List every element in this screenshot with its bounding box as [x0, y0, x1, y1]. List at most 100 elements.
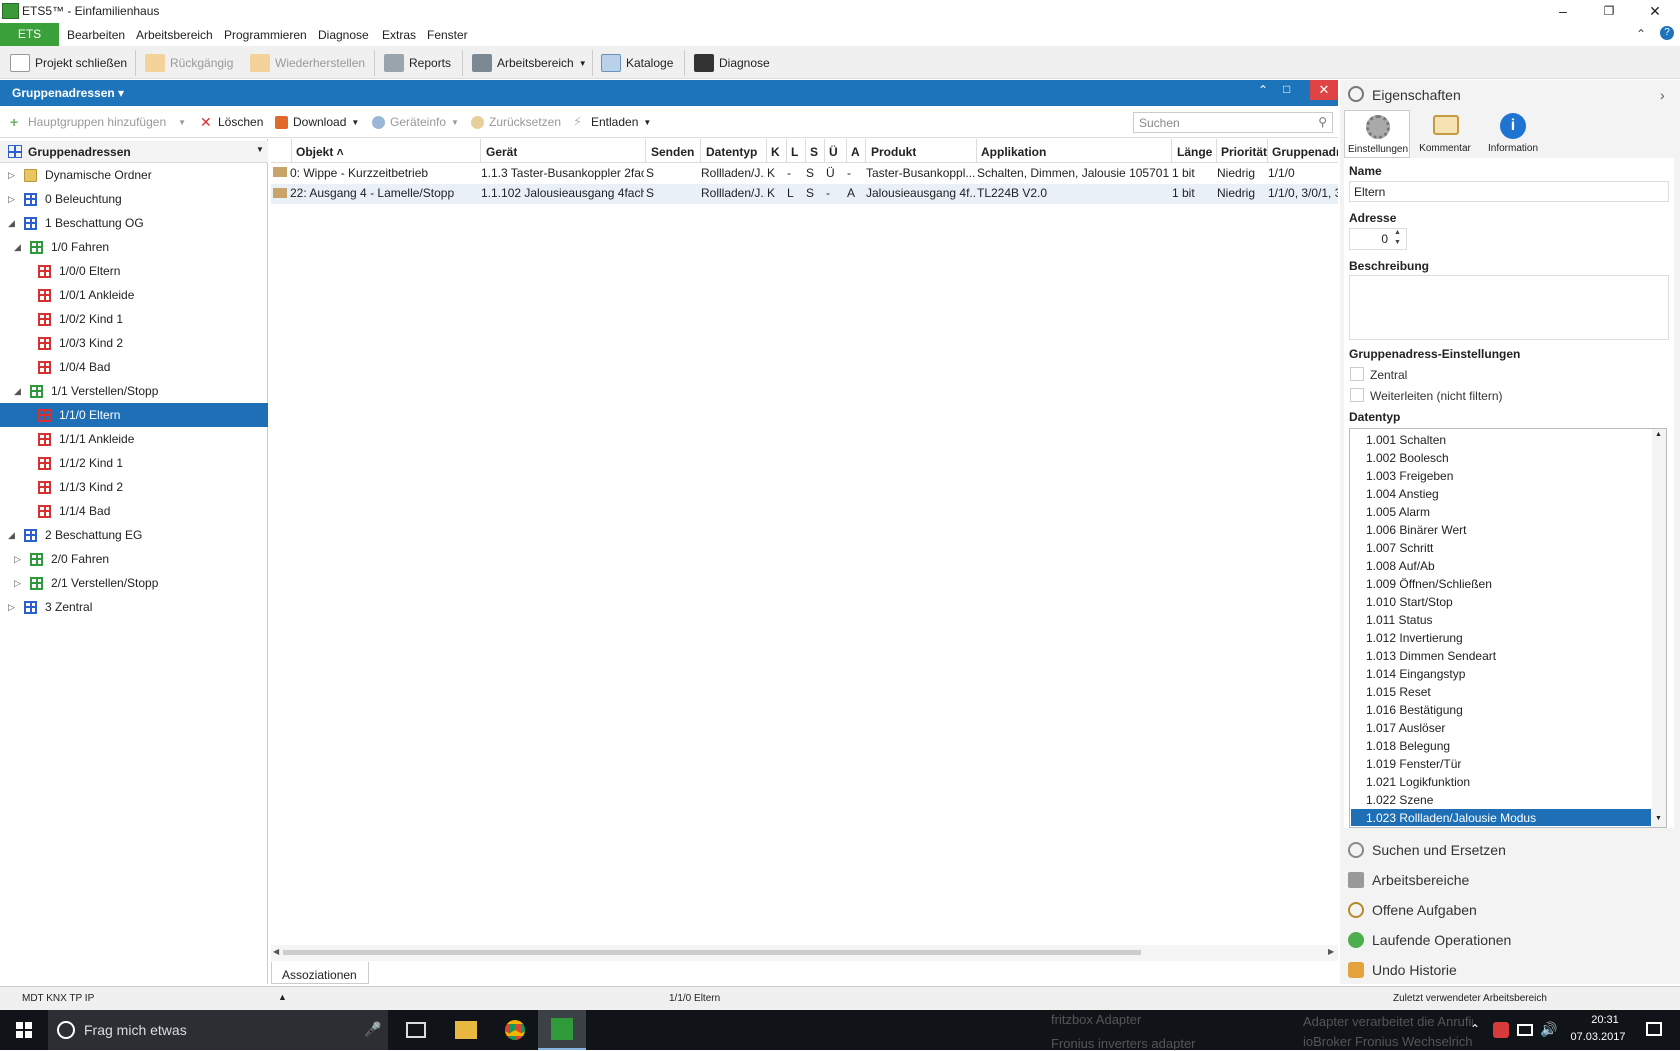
download-button[interactable]: Download ▼ [275, 115, 359, 129]
tree-item-1-1-3[interactable]: 1/1/3 Kind 2 [0, 475, 268, 499]
datatype-item[interactable]: 1.019 Fenster/Tür [1366, 757, 1461, 771]
ets-taskbar-button[interactable] [538, 1010, 586, 1050]
undo-button[interactable]: Rückgängig [145, 52, 233, 74]
col-a[interactable]: A [851, 145, 860, 159]
close-window-button[interactable]: ✕ [1632, 0, 1678, 23]
chrome-icon[interactable] [505, 1020, 525, 1040]
reports-button[interactable]: Reports [384, 52, 451, 74]
datatype-item[interactable]: 1.009 Öffnen/Schließen [1366, 577, 1492, 591]
col-senden[interactable]: Senden [651, 145, 694, 159]
datatype-item[interactable]: 1.011 Status [1366, 613, 1433, 627]
undo-history-link[interactable]: Undo Historie [1348, 962, 1457, 978]
add-main-groups-button[interactable]: + Hauptgruppen hinzufügen ▼ [10, 115, 186, 130]
tree-item-1[interactable]: ◢ 1 Beschattung OG [0, 211, 268, 235]
datatype-item[interactable]: 1.017 Auslöser [1366, 721, 1445, 735]
datatype-item[interactable]: 1.022 Szene [1366, 793, 1433, 807]
forward-checkbox[interactable] [1350, 388, 1364, 402]
datatype-item[interactable]: 1.008 Auf/Ab [1366, 559, 1435, 573]
tab-settings[interactable]: Einstellungen [1344, 110, 1410, 158]
menu-bearbeiten[interactable]: Bearbeiten [67, 28, 125, 42]
scrollbar-thumb[interactable] [283, 950, 1141, 955]
task-view-icon[interactable] [406, 1022, 426, 1038]
menu-arbeitsbereich[interactable]: Arbeitsbereich [136, 28, 213, 42]
tree-item-3[interactable]: ▷ 3 Zentral [0, 595, 268, 619]
datatype-item[interactable]: 1.018 Belegung [1366, 739, 1450, 753]
unload-button[interactable]: ⚡ Entladen ▼ [573, 115, 651, 130]
panel-close-button[interactable]: ✕ [1310, 80, 1338, 100]
tree-item-1-1[interactable]: ◢ 1/1 Verstellen/Stopp [0, 379, 268, 403]
tab-information[interactable]: i Information [1480, 110, 1546, 158]
restore-button[interactable]: ❐ [1586, 0, 1632, 23]
datatype-item[interactable]: 1.010 Start/Stop [1366, 595, 1453, 609]
datatype-item[interactable]: 1.014 Eingangstyp [1366, 667, 1465, 681]
minimize-button[interactable]: – [1540, 0, 1586, 23]
tree-item-2-0[interactable]: ▷ 2/0 Fahren [0, 547, 268, 571]
tree-item-0[interactable]: ▷ 0 Beleuchtung [0, 187, 268, 211]
device-info-button[interactable]: Geräteinfo ▼ [372, 115, 459, 129]
col-applikation[interactable]: Applikation [981, 145, 1046, 159]
tree-item-1-0-4[interactable]: 1/0/4 Bad [0, 355, 268, 379]
tray-expand-icon[interactable]: ⌃ [1470, 1022, 1480, 1036]
diagnose-button[interactable]: Diagnose [694, 52, 770, 74]
datatype-item[interactable]: 1.001 Schalten [1366, 433, 1446, 447]
collapse-ribbon-icon[interactable]: ⌃ [1636, 27, 1646, 41]
redo-button[interactable]: Wiederherstellen [250, 52, 365, 74]
clock-date[interactable]: 07.03.2017 [1566, 1031, 1630, 1043]
menu-fenster[interactable]: Fenster [427, 28, 468, 42]
datatype-item[interactable]: 1.004 Anstieg [1366, 487, 1439, 501]
datatype-item[interactable]: 1.021 Logikfunktion [1366, 775, 1470, 789]
col-laenge[interactable]: Länge [1177, 145, 1212, 159]
search-input[interactable]: Suchen ⚲ [1133, 112, 1333, 133]
tab-associations[interactable]: Assoziationen [271, 962, 369, 984]
chevron-right-icon[interactable]: › [1660, 87, 1665, 103]
menu-programmieren[interactable]: Programmieren [224, 28, 307, 42]
datatype-scrollbar[interactable]: ▲ ▼ [1652, 429, 1666, 827]
datatype-item[interactable]: 1.003 Freigeben [1366, 469, 1453, 483]
network-icon[interactable] [1517, 1024, 1533, 1036]
col-produkt[interactable]: Produkt [871, 145, 916, 159]
delete-button[interactable]: ✕ Löschen [200, 115, 263, 130]
datatype-item[interactable]: 1.023 Rollladen/Jalousie Modus [1366, 811, 1536, 825]
clock-time[interactable]: 20:31 [1580, 1014, 1630, 1026]
antivirus-icon[interactable] [1493, 1022, 1509, 1038]
datatype-item[interactable]: 1.013 Dimmen Sendeart [1366, 649, 1496, 663]
tree-item-1-1-1[interactable]: 1/1/1 Ankleide [0, 427, 268, 451]
search-replace-link[interactable]: Suchen und Ersetzen [1348, 842, 1506, 858]
tree-item-dynamic-folders[interactable]: ▷ Dynamische Ordner [0, 163, 268, 187]
tree-item-1-0-0[interactable]: 1/0/0 Eltern [0, 259, 268, 283]
cortana-search[interactable]: Frag mich etwas 🎤 [48, 1010, 388, 1050]
tree-item-1-1-2[interactable]: 1/1/2 Kind 1 [0, 451, 268, 475]
tree-item-1-0-3[interactable]: 1/0/3 Kind 2 [0, 331, 268, 355]
tree-item-1-0-2[interactable]: 1/0/2 Kind 1 [0, 307, 268, 331]
tree-item-2-1[interactable]: ▷ 2/1 Verstellen/Stopp [0, 571, 268, 595]
volume-icon[interactable]: 🔊 [1540, 1021, 1557, 1038]
datatype-item[interactable]: 1.012 Invertierung [1366, 631, 1463, 645]
menu-ets[interactable]: ETS [0, 23, 59, 46]
col-ue[interactable]: Ü [829, 145, 838, 159]
tree-item-2[interactable]: ◢ 2 Beschattung EG [0, 523, 268, 547]
notifications-icon[interactable] [1646, 1022, 1662, 1036]
open-tasks-link[interactable]: Offene Aufgaben [1348, 902, 1477, 918]
central-checkbox[interactable] [1350, 367, 1364, 381]
windows-start-icon[interactable] [16, 1022, 32, 1038]
panel-title[interactable]: Gruppenadressen ▾ [12, 86, 124, 100]
datatype-item[interactable]: 1.015 Reset [1366, 685, 1431, 699]
catalogs-button[interactable]: Kataloge [601, 52, 673, 74]
col-k[interactable]: K [771, 145, 780, 159]
menu-extras[interactable]: Extras [382, 28, 416, 42]
close-project-button[interactable]: Projekt schließen [10, 52, 127, 74]
datatype-item[interactable]: 1.007 Schritt [1366, 541, 1433, 555]
col-geraet[interactable]: Gerät [486, 145, 517, 159]
tree-item-1-1-0[interactable]: 1/1/0 Eltern [0, 403, 268, 427]
col-l[interactable]: L [791, 145, 798, 159]
datatype-item[interactable]: 1.006 Binärer Wert [1366, 523, 1467, 537]
datatype-item[interactable]: 1.005 Alarm [1366, 505, 1430, 519]
panel-maximize-icon[interactable]: □ [1283, 82, 1290, 96]
tree-item-1-1-4[interactable]: 1/1/4 Bad [0, 499, 268, 523]
col-s[interactable]: S [810, 145, 818, 159]
col-objekt[interactable]: Objekt ˄ [296, 145, 344, 159]
col-datentyp[interactable]: Datentyp [706, 145, 757, 159]
tab-comment[interactable]: Kommentar [1412, 110, 1478, 158]
col-prioritaet[interactable]: Priorität [1221, 145, 1267, 159]
status-expand-icon[interactable]: ▲ [278, 992, 287, 1002]
